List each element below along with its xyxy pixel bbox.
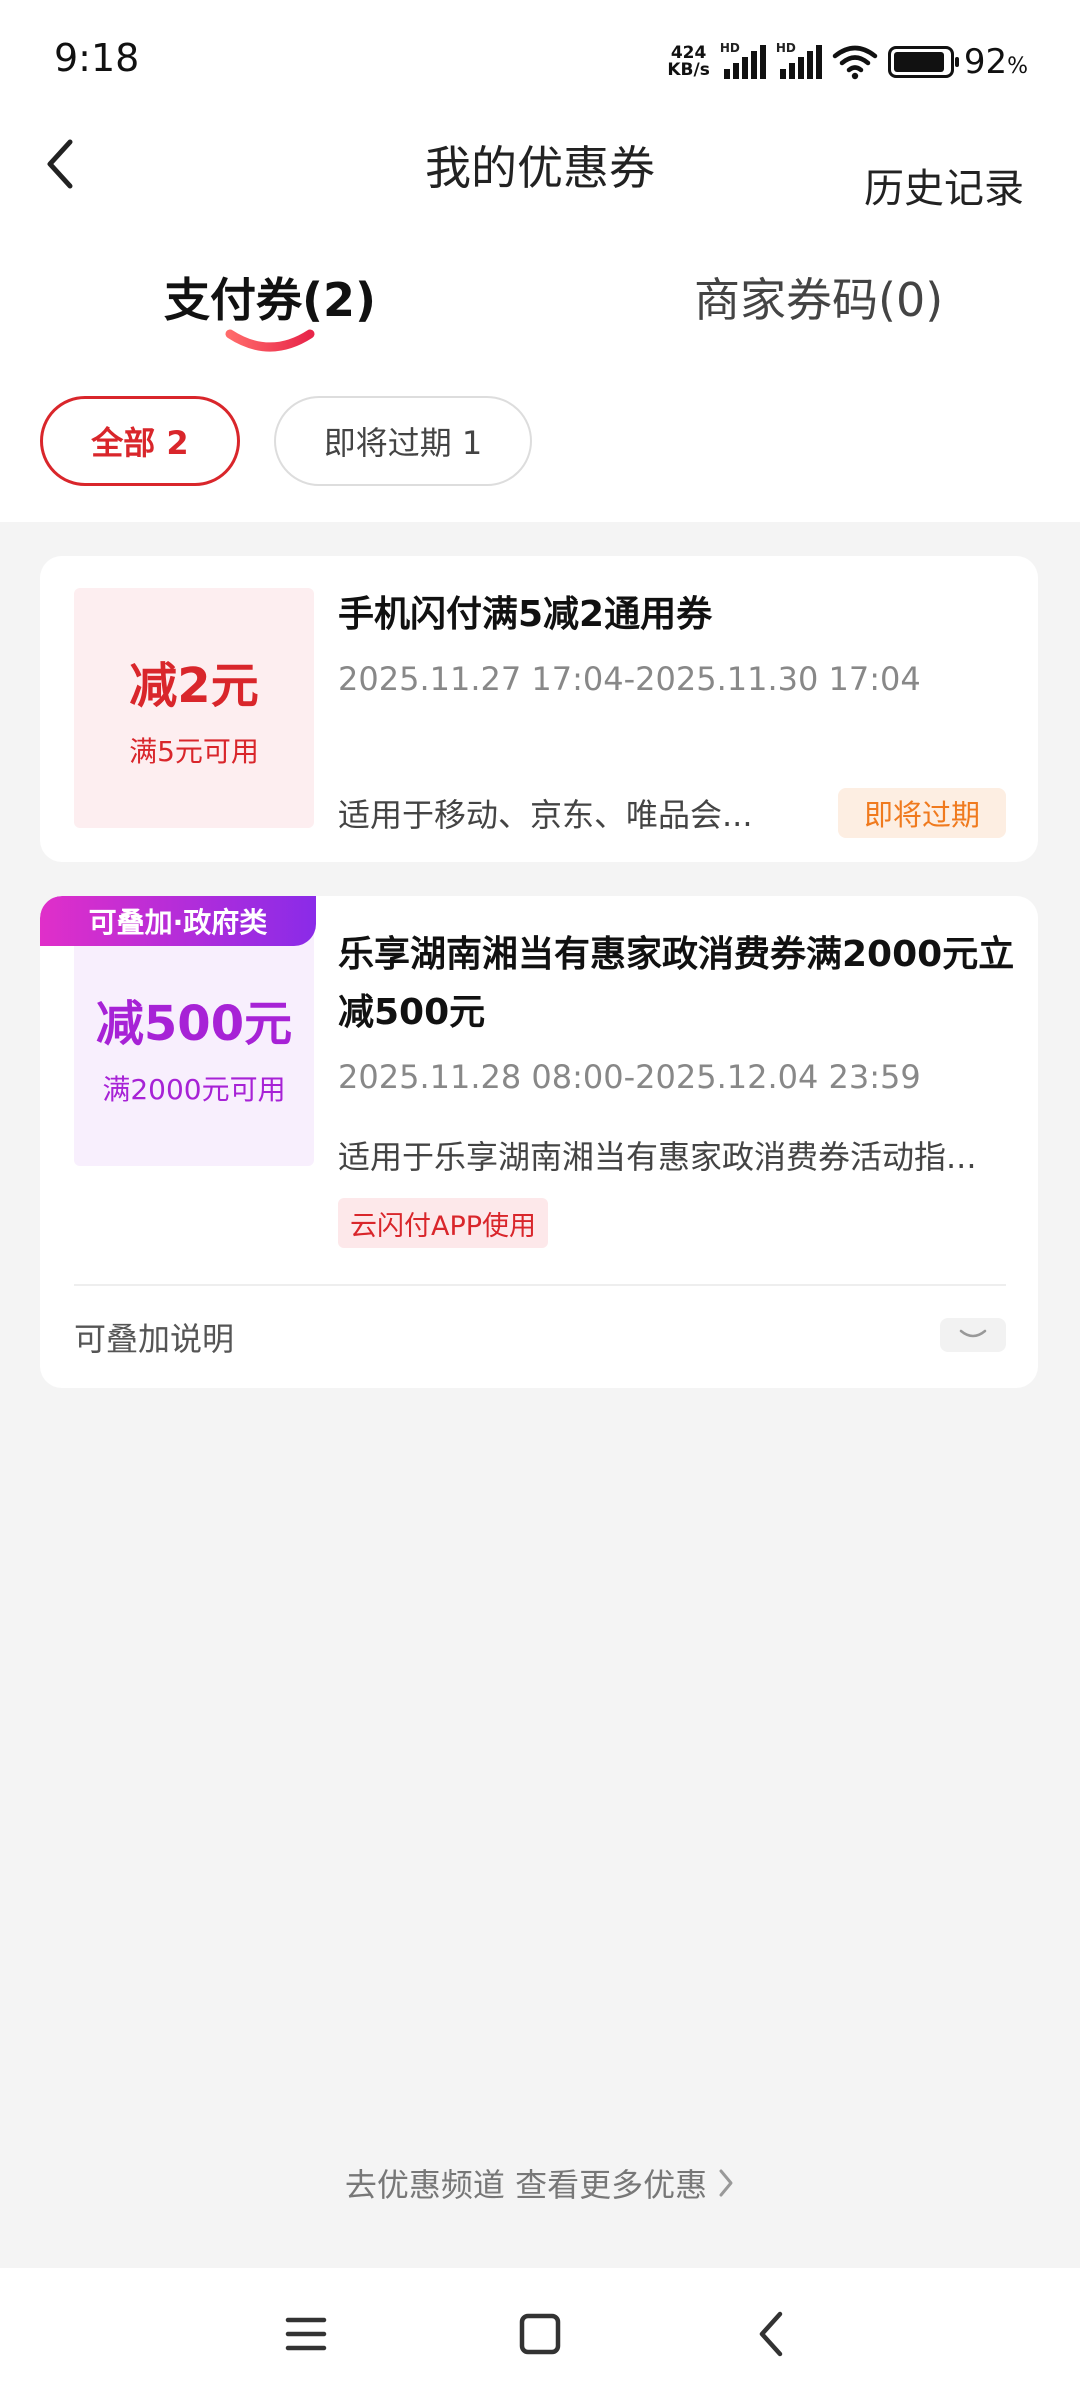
- coupon-amount-box: 减2元 满5元可用: [74, 588, 314, 828]
- nav-back-icon[interactable]: [748, 2310, 796, 2358]
- system-nav-bar: [0, 2268, 1080, 2400]
- coupon-card[interactable]: 减500元 满2000元可用 可叠加·政府类 乐享湖南湘当有惠家政消费券满200…: [40, 896, 1038, 1388]
- home-square-icon[interactable]: [516, 2310, 564, 2358]
- coupon-condition: 满5元可用: [129, 735, 259, 768]
- signal-hd-label: HD: [775, 41, 796, 55]
- battery-unit: %: [1007, 54, 1028, 79]
- tab-active-indicator: [225, 329, 315, 352]
- coupon-title: 乐享湖南湘当有惠家政消费券满2000元立减500元: [338, 934, 1015, 1033]
- more-offers-link[interactable]: 去优惠频道 查看更多优惠: [0, 2160, 1080, 2206]
- more-offers-label: 去优惠频道 查看更多优惠: [344, 2166, 708, 2204]
- coupon-amount: 减2元: [129, 658, 259, 714]
- expand-button[interactable]: [940, 1318, 1006, 1352]
- tab-payment-coupons[interactable]: 支付券(2): [164, 264, 376, 330]
- expiring-soon-tag: 即将过期: [838, 788, 1006, 838]
- channel-tag: 云闪付APP使用: [338, 1198, 549, 1248]
- filter-expiring-chip[interactable]: 即将过期 1: [274, 396, 532, 486]
- battery-value: 92: [963, 42, 1008, 82]
- coupon-validity: 2025.11.28 08:00-2025.12.04 23:59: [338, 1058, 921, 1096]
- stack-note-label[interactable]: 可叠加说明: [74, 1314, 234, 1360]
- network-speed: 424 KB/s: [667, 45, 709, 79]
- coupon-condition: 满2000元可用: [102, 1073, 286, 1106]
- battery-percent: 92%: [964, 42, 1028, 82]
- signal-icon: HD: [776, 41, 822, 79]
- coupon-title: 手机闪付满5减2通用券: [338, 594, 713, 635]
- status-indicators: 424 KB/s HD HD 92%: [667, 40, 1028, 84]
- divider: [74, 1284, 1006, 1286]
- history-link[interactable]: 历史记录: [864, 156, 1024, 214]
- menu-icon[interactable]: [282, 2310, 330, 2358]
- chevron-right-icon: [719, 2169, 733, 2197]
- coupon-description: 适用于移动、京东、唯品会...: [338, 796, 753, 834]
- coupon-card[interactable]: 减2元 满5元可用 手机闪付满5减2通用券 2025.11.27 17:04-2…: [40, 556, 1038, 862]
- coupon-amount-box: 减500元 满2000元可用: [74, 926, 314, 1166]
- coupon-amount: 减500元: [95, 996, 293, 1052]
- signal-hd-label: HD: [719, 41, 740, 55]
- signal-icon: HD: [720, 41, 766, 79]
- wifi-icon: [832, 45, 878, 80]
- chevron-down-icon: [959, 1329, 987, 1338]
- battery-icon: [887, 46, 959, 78]
- stackable-gov-badge: 可叠加·政府类: [40, 896, 316, 946]
- filter-all-chip[interactable]: 全部 2: [40, 396, 240, 486]
- status-time: 9:18: [54, 36, 140, 80]
- status-bar: 9:18 424 KB/s HD HD 92%: [0, 0, 1080, 120]
- network-speed-unit: KB/s: [667, 60, 710, 80]
- tab-merchant-codes[interactable]: 商家券码(0): [694, 264, 943, 330]
- coupon-validity: 2025.11.27 17:04-2025.11.30 17:04: [338, 660, 921, 698]
- coupon-description: 适用于乐享湖南湘当有惠家政消费券活动指...: [338, 1138, 977, 1176]
